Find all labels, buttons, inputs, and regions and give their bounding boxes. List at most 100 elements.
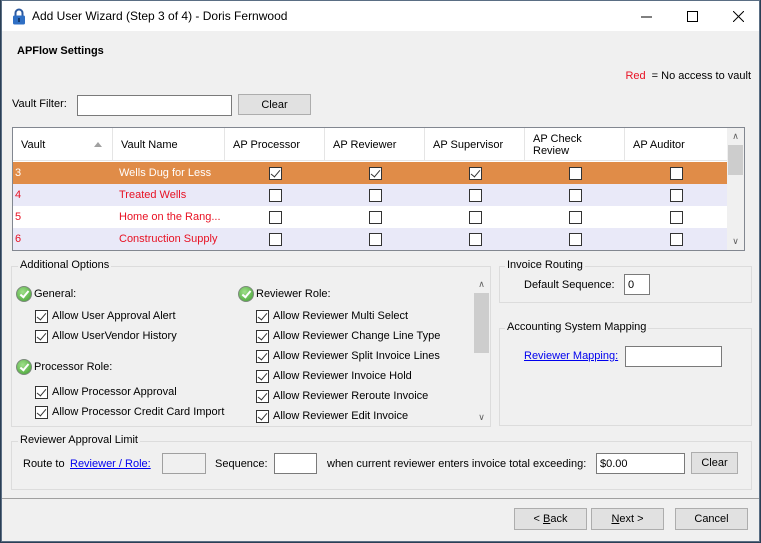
column-header-label: AP Check Review bbox=[533, 132, 582, 157]
reviewer-role-input[interactable] bbox=[162, 453, 206, 474]
options-scroll-thumb[interactable] bbox=[474, 293, 489, 353]
ap-supervisor-checkbox[interactable] bbox=[468, 232, 482, 246]
reviewer-mapping-link[interactable]: Reviewer Mapping: bbox=[524, 350, 618, 362]
approval-limit-clear-button[interactable]: Clear bbox=[691, 452, 738, 474]
column-header-vault-name[interactable]: Vault Name bbox=[113, 128, 225, 161]
sort-ascending-icon bbox=[94, 142, 102, 147]
close-button[interactable] bbox=[715, 1, 761, 31]
option-item[interactable]: Allow Reviewer Split Invoice Lines bbox=[256, 346, 440, 366]
option-checkbox[interactable] bbox=[35, 405, 48, 419]
option-item[interactable]: Allow Processor Credit Card Import bbox=[35, 402, 224, 422]
grid-row[interactable]: 4 Treated Wells bbox=[13, 184, 728, 206]
ap-auditor-checkbox[interactable] bbox=[670, 166, 683, 180]
ap-check-review-checkbox[interactable] bbox=[568, 232, 582, 246]
ap-supervisor-checkbox[interactable] bbox=[468, 188, 482, 202]
check-circle-icon bbox=[238, 286, 254, 302]
reviewer-mapping-input[interactable] bbox=[625, 346, 722, 367]
approval-amount-input[interactable] bbox=[596, 453, 685, 474]
option-item[interactable]: Allow Reviewer Edit Invoice bbox=[256, 406, 440, 426]
ap-supervisor-cell bbox=[425, 206, 525, 228]
option-item[interactable]: Allow Reviewer Multi Select bbox=[256, 306, 440, 326]
cancel-button[interactable]: Cancel bbox=[675, 508, 748, 530]
maximize-button[interactable] bbox=[669, 1, 715, 31]
ap-reviewer-checkbox[interactable] bbox=[368, 166, 382, 180]
ap-check-review-checkbox[interactable] bbox=[568, 166, 582, 180]
ap-check-review-cell bbox=[525, 206, 625, 228]
options-scrollbar[interactable]: ∧ ∨ bbox=[473, 276, 490, 426]
column-header-ap-check-review[interactable]: AP Check Review bbox=[525, 128, 625, 161]
ap-supervisor-checkbox[interactable] bbox=[468, 166, 482, 180]
general-options: Allow User Approval Alert Allow UserVendo… bbox=[35, 306, 177, 346]
option-label: Allow Reviewer Edit Invoice bbox=[273, 410, 409, 422]
ap-processor-cell bbox=[225, 228, 325, 250]
scroll-down-icon[interactable]: ∨ bbox=[727, 233, 744, 250]
option-label: Allow Reviewer Reroute Invoice bbox=[273, 390, 429, 402]
options-scroll-down-icon[interactable]: ∨ bbox=[473, 409, 490, 426]
option-checkbox[interactable] bbox=[256, 389, 269, 403]
reviewer-role-link[interactable]: Reviewer / Role: bbox=[70, 458, 151, 470]
vault-filter-label: Vault Filter: bbox=[12, 98, 67, 110]
back-button[interactable]: < Back bbox=[514, 508, 587, 530]
vault-number-cell: 5 bbox=[15, 211, 22, 223]
ap-reviewer-checkbox[interactable] bbox=[368, 232, 382, 246]
vault-filter-input[interactable] bbox=[77, 95, 232, 116]
ap-auditor-checkbox[interactable] bbox=[670, 188, 683, 202]
ap-reviewer-checkbox[interactable] bbox=[368, 210, 382, 224]
next-accelerator: N bbox=[611, 513, 620, 525]
option-checkbox[interactable] bbox=[256, 329, 269, 343]
vault-filter-clear-button[interactable]: Clear bbox=[238, 94, 311, 115]
next-button[interactable]: Next > bbox=[591, 508, 664, 530]
ap-auditor-checkbox[interactable] bbox=[670, 210, 683, 224]
grid-row[interactable]: 5 Home on the Rang... bbox=[13, 206, 728, 228]
option-checkbox[interactable] bbox=[256, 409, 269, 423]
column-header-ap-processor[interactable]: AP Processor bbox=[225, 128, 325, 161]
scroll-up-icon[interactable]: ∧ bbox=[727, 128, 744, 145]
option-label: Allow User Approval Alert bbox=[52, 310, 176, 322]
option-item[interactable]: Allow Processor Approval bbox=[35, 382, 224, 402]
column-header-ap-reviewer[interactable]: AP Reviewer bbox=[325, 128, 425, 161]
reviewer-role-options: Allow Reviewer Multi Select Allow Reviewe… bbox=[256, 306, 440, 426]
sequence-input[interactable] bbox=[274, 453, 317, 474]
column-header-label: Vault bbox=[21, 138, 46, 151]
ap-processor-checkbox[interactable] bbox=[268, 232, 282, 246]
option-item[interactable]: Allow User Approval Alert bbox=[35, 306, 177, 326]
grid-row[interactable]: 6 Construction Supply bbox=[13, 228, 728, 250]
back-accelerator: B bbox=[543, 513, 551, 525]
option-item[interactable]: Allow Reviewer Change Line Type bbox=[256, 326, 440, 346]
option-checkbox[interactable] bbox=[256, 349, 269, 363]
default-sequence-input[interactable] bbox=[624, 274, 650, 295]
option-checkbox[interactable] bbox=[256, 309, 269, 323]
vault-number-cell: 6 bbox=[15, 233, 22, 245]
option-item[interactable]: Allow Reviewer Invoice Hold bbox=[256, 366, 440, 386]
ap-supervisor-cell bbox=[425, 184, 525, 206]
option-item[interactable]: Allow UserVendor History bbox=[35, 326, 177, 346]
ap-reviewer-checkbox[interactable] bbox=[368, 188, 382, 202]
title-bar: Add User Wizard (Step 3 of 4) - Doris Fe… bbox=[2, 1, 759, 31]
ap-check-review-checkbox[interactable] bbox=[568, 188, 582, 202]
column-header-ap-supervisor[interactable]: AP Supervisor bbox=[425, 128, 525, 161]
route-to-label: Route to bbox=[23, 458, 65, 470]
column-header-ap-auditor[interactable]: AP Auditor bbox=[625, 128, 728, 161]
grid-scrollbar[interactable]: ∧ ∨ bbox=[727, 128, 744, 250]
option-label: Allow Reviewer Invoice Hold bbox=[273, 370, 412, 382]
general-label: General: bbox=[34, 288, 77, 300]
column-header-vault[interactable]: Vault bbox=[13, 128, 113, 161]
options-scroll-up-icon[interactable]: ∧ bbox=[473, 276, 490, 293]
option-checkbox[interactable] bbox=[35, 385, 48, 399]
ap-processor-checkbox[interactable] bbox=[268, 166, 282, 180]
ap-auditor-checkbox[interactable] bbox=[670, 232, 683, 246]
minimize-button[interactable] bbox=[623, 1, 669, 31]
ap-check-review-checkbox[interactable] bbox=[568, 210, 582, 224]
option-checkbox[interactable] bbox=[35, 309, 48, 323]
ap-supervisor-checkbox[interactable] bbox=[468, 210, 482, 224]
option-checkbox[interactable] bbox=[256, 369, 269, 383]
ap-processor-checkbox[interactable] bbox=[268, 188, 282, 202]
close-icon bbox=[732, 10, 744, 22]
processor-role-section: Processor Role: bbox=[16, 358, 112, 376]
scroll-thumb[interactable] bbox=[728, 145, 743, 175]
grid-row[interactable]: 3 Wells Dug for Less bbox=[13, 162, 728, 184]
ap-processor-checkbox[interactable] bbox=[268, 210, 282, 224]
vault-name-cell: Home on the Rang... bbox=[119, 211, 221, 223]
option-item[interactable]: Allow Reviewer Reroute Invoice bbox=[256, 386, 440, 406]
option-checkbox[interactable] bbox=[35, 329, 48, 343]
